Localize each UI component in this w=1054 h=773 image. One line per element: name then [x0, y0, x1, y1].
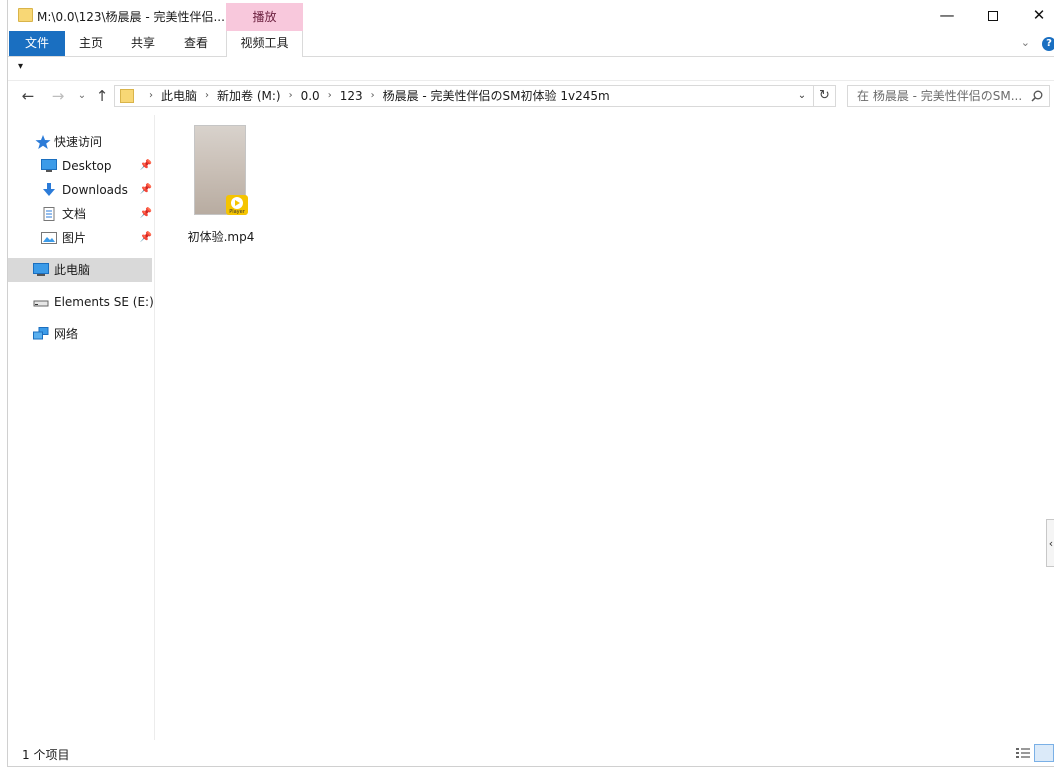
recent-locations-button[interactable]: ⌄: [72, 86, 92, 106]
close-button[interactable]: ✕: [1016, 0, 1054, 31]
back-button[interactable]: ←: [18, 86, 38, 106]
desktop-icon: [41, 159, 57, 172]
chevron-down-icon[interactable]: ⌄: [794, 86, 810, 106]
navigation-bar: ← → ⌄ ↑ › 此电脑 › 新加卷 (M:) › 0.0 › 123 › 杨…: [8, 81, 1054, 111]
preview-pane-toggle[interactable]: ‹: [1046, 519, 1054, 567]
sidebar-item-label: 图片: [62, 231, 87, 245]
maximize-icon: [988, 10, 998, 21]
details-view-icon[interactable]: [1015, 746, 1031, 760]
navigation-pane: 快速访问 Desktop 📌 Downloads 📌 文档 📌 图片 📌 此电脑: [8, 115, 155, 740]
maximize-button[interactable]: [970, 0, 1016, 31]
title-bar: M:\0.0\123\杨晨晨 - 完美性伴侣... 播放 — ✕: [8, 0, 1054, 31]
sidebar-item-label: 网络: [54, 327, 79, 341]
pin-icon[interactable]: 📌: [140, 202, 152, 226]
chevron-right-icon[interactable]: ›: [205, 86, 209, 106]
search-placeholder: 在 杨晨晨 - 完美性伴侣のSM...: [857, 89, 1023, 103]
sidebar-item-desktop[interactable]: Desktop 📌: [8, 154, 152, 178]
sidebar-item-downloads[interactable]: Downloads 📌: [8, 178, 152, 202]
expand-ribbon-icon[interactable]: ⌄: [1021, 36, 1030, 49]
folder-icon: [120, 89, 134, 103]
player-badge-label: Player: [229, 209, 245, 215]
network-icon: [33, 327, 49, 340]
minimize-button[interactable]: —: [924, 0, 970, 31]
tab-view[interactable]: 查看: [170, 31, 222, 56]
star-icon: [35, 135, 51, 149]
pictures-icon: [41, 232, 57, 244]
sidebar-item-pictures[interactable]: 图片 📌: [8, 226, 152, 250]
pin-icon[interactable]: 📌: [140, 226, 152, 250]
context-tab-play[interactable]: 播放: [226, 3, 303, 31]
customize-toolbar-icon[interactable]: ▾: [18, 61, 23, 72]
sidebar-item-label: Downloads: [62, 183, 128, 197]
sidebar-item-elements-drive[interactable]: Elements SE (E:): [8, 290, 154, 314]
file-list: Player 初体验.mp4 ‹: [156, 115, 1054, 740]
search-input[interactable]: 在 杨晨晨 - 完美性伴侣のSM...: [847, 85, 1050, 107]
breadcrumb-item[interactable]: 0.0: [301, 86, 320, 106]
pin-icon[interactable]: 📌: [140, 178, 152, 202]
breadcrumb-item[interactable]: 杨晨晨 - 完美性伴侣のSM初体验 1v245m: [383, 86, 610, 106]
document-icon: [43, 207, 55, 221]
file-name: 初体验.mp4: [187, 230, 255, 244]
forward-button[interactable]: →: [48, 86, 68, 106]
chevron-right-icon[interactable]: ›: [149, 86, 153, 106]
sidebar-item-documents[interactable]: 文档 📌: [8, 202, 152, 226]
tab-file[interactable]: 文件: [9, 31, 65, 56]
file-item[interactable]: Player 初体验.mp4: [186, 123, 256, 244]
window-title: M:\0.0\123\杨晨晨 - 完美性伴侣...: [37, 10, 225, 24]
file-explorer-window: M:\0.0\123\杨晨晨 - 完美性伴侣... 播放 — ✕ 文件 主页 共…: [7, 0, 1054, 767]
tab-video-tools[interactable]: 视频工具: [226, 31, 303, 57]
address-bar[interactable]: › 此电脑 › 新加卷 (M:) › 0.0 › 123 › 杨晨晨 - 完美性…: [114, 85, 836, 107]
large-icons-view-icon[interactable]: [1034, 744, 1054, 762]
download-icon: [43, 183, 55, 196]
sidebar-item-this-pc[interactable]: 此电脑: [8, 258, 152, 282]
chevron-right-icon[interactable]: ›: [289, 86, 293, 106]
refresh-button[interactable]: ↻: [813, 86, 835, 106]
computer-icon: [33, 263, 49, 276]
chevron-right-icon[interactable]: ›: [328, 86, 332, 106]
chevron-right-icon[interactable]: ›: [371, 86, 375, 106]
help-icon[interactable]: ?: [1042, 37, 1054, 51]
player-badge-icon: Player: [226, 195, 248, 215]
sidebar-item-label: Desktop: [62, 159, 112, 173]
drive-icon: [33, 300, 49, 307]
breadcrumb-item[interactable]: 123: [340, 86, 363, 106]
sidebar-item-network[interactable]: 网络: [8, 322, 152, 346]
folder-icon: [18, 8, 33, 22]
breadcrumb-item[interactable]: 新加卷 (M:): [217, 86, 281, 106]
quick-access-toolbar: ▾: [8, 57, 1054, 81]
breadcrumb-item[interactable]: 此电脑: [161, 86, 197, 106]
breadcrumb: › 此电脑 › 新加卷 (M:) › 0.0 › 123 › 杨晨晨 - 完美性…: [141, 86, 610, 106]
sidebar-item-label: 快速访问: [54, 135, 103, 149]
tab-home[interactable]: 主页: [65, 31, 117, 56]
sidebar-item-label: 文档: [62, 207, 87, 221]
up-button[interactable]: ↑: [92, 86, 112, 106]
search-icon: [1031, 90, 1043, 102]
sidebar-item-label: Elements SE (E:): [54, 295, 154, 309]
tab-share[interactable]: 共享: [117, 31, 169, 56]
sidebar-item-label: 此电脑: [54, 263, 91, 277]
sidebar-item-quick-access[interactable]: 快速访问: [8, 130, 152, 154]
status-bar: 1 个项目: [8, 742, 1054, 766]
pin-icon[interactable]: 📌: [140, 154, 152, 178]
item-count: 1 个项目: [22, 748, 70, 762]
play-icon: [231, 197, 243, 209]
ribbon-tabs: 文件 主页 共享 查看 视频工具 ⌄ ?: [8, 31, 1054, 57]
